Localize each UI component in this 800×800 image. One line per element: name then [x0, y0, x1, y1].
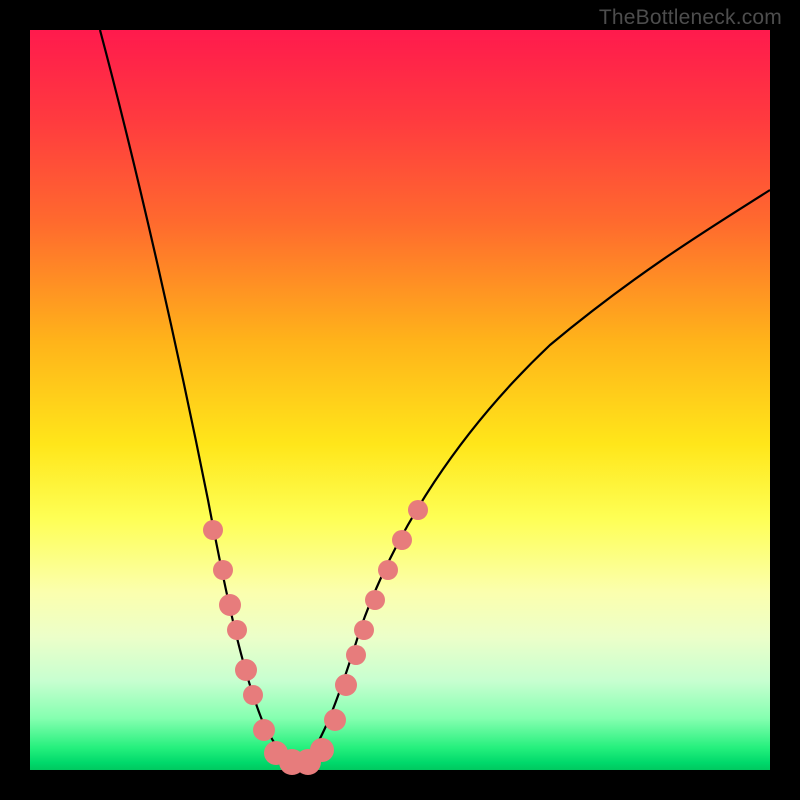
- bead-marker: [203, 520, 223, 540]
- bead-marker: [354, 620, 374, 640]
- bead-marker: [310, 738, 334, 762]
- bead-marker: [324, 709, 346, 731]
- bead-marker: [243, 685, 263, 705]
- bead-marker: [378, 560, 398, 580]
- bead-marker: [408, 500, 428, 520]
- curve-layer: [30, 30, 770, 770]
- bead-marker: [335, 674, 357, 696]
- plot-area: [30, 30, 770, 770]
- bead-marker: [213, 560, 233, 580]
- bead-marker: [235, 659, 257, 681]
- watermark-text: TheBottleneck.com: [599, 6, 782, 30]
- bead-marker: [227, 620, 247, 640]
- bead-marker: [219, 594, 241, 616]
- right-curve-path: [298, 190, 770, 764]
- bead-marker: [346, 645, 366, 665]
- bead-marker: [365, 590, 385, 610]
- bead-marker: [392, 530, 412, 550]
- bead-marker: [253, 719, 275, 741]
- left-curve-path: [100, 30, 298, 764]
